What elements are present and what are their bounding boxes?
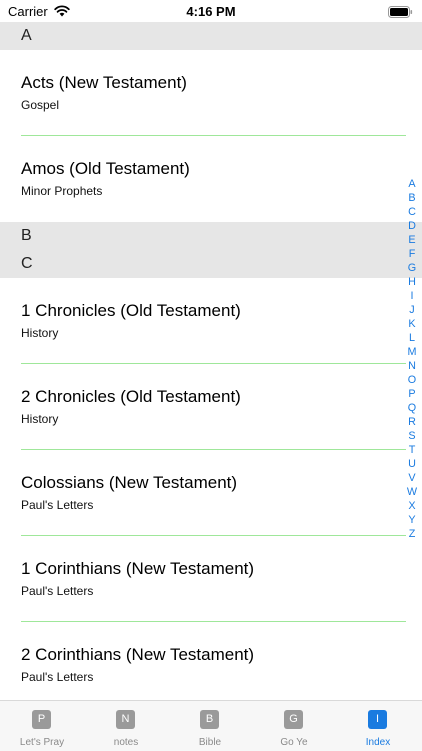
index-letter-k[interactable]: K [408,317,415,331]
index-letter-h[interactable]: H [408,275,416,289]
tab-lets-pray[interactable]: P Let's Pray [0,701,84,751]
index-letter-w[interactable]: W [407,485,417,499]
book-title: Acts (New Testament) [21,73,187,92]
section-header-label: C [21,255,33,272]
index-letter-r[interactable]: R [408,415,416,429]
index-letter-g[interactable]: G [408,261,416,275]
tab-index[interactable]: I Index [336,701,420,751]
book-title: Amos (Old Testament) [21,159,190,178]
section-header-a: A [0,22,422,50]
book-title: 2 Corinthians (New Testament) [21,645,255,664]
status-bar: Carrier 4:16 PM [0,0,422,22]
tab-bible[interactable]: B Bible [168,701,252,751]
tab-label: notes [113,737,139,748]
status-time: 4:16 PM [186,4,236,19]
index-letter-l[interactable]: L [409,331,415,345]
book-title: 1 Corinthians (New Testament) [21,559,255,578]
pray-icon: P [32,710,51,729]
section-header-b: B [0,222,422,250]
index-letter-a[interactable]: A [408,177,415,191]
tab-notes[interactable]: N notes [84,701,168,751]
book-category: Paul's Letters [21,584,94,598]
list-item[interactable]: 1 Chronicles (Old Testament) History [0,278,422,364]
list-item[interactable]: 1 Corinthians (New Testament) Paul's Let… [0,536,422,622]
book-index-list[interactable]: A Acts (New Testament) Gospel Amos (Old … [0,22,422,700]
index-letter-m[interactable]: M [408,345,417,359]
index-letter-n[interactable]: N [408,359,416,373]
index-letter-q[interactable]: Q [408,401,416,415]
index-letter-x[interactable]: X [408,499,415,513]
list-item[interactable]: Amos (Old Testament) Minor Prophets [0,136,422,222]
section-header-c: C [0,250,422,278]
book-category: Paul's Letters [21,498,94,512]
tab-label: Index [365,737,391,748]
battery-icon [388,5,413,23]
index-letter-t[interactable]: T [409,443,416,457]
index-letter-y[interactable]: Y [408,513,415,527]
index-letter-b[interactable]: B [408,191,415,205]
book-category: History [21,412,59,426]
go-ye-icon: G [284,710,303,729]
book-category: Gospel [21,98,60,112]
book-title: 1 Chronicles (Old Testament) [21,301,241,320]
index-letter-v[interactable]: V [408,471,415,485]
list-item[interactable]: 2 Chronicles (Old Testament) History [0,364,422,450]
tab-go-ye[interactable]: G Go Ye [252,701,336,751]
index-letter-s[interactable]: S [408,429,415,443]
index-letter-i[interactable]: I [411,289,414,303]
index-letter-f[interactable]: F [409,247,416,261]
list-item[interactable]: 2 Corinthians (New Testament) Paul's Let… [0,622,422,700]
tab-bar: P Let's Pray N notes B Bible G Go Ye I I… [0,700,422,751]
tab-label: Bible [198,737,222,748]
book-category: Paul's Letters [21,670,94,684]
index-letter-u[interactable]: U [408,457,416,471]
section-header-label: B [21,227,32,244]
index-letter-e[interactable]: E [408,233,415,247]
index-letter-z[interactable]: Z [409,527,416,541]
list-item[interactable]: Acts (New Testament) Gospel [0,50,422,136]
book-title: 2 Chronicles (Old Testament) [21,387,241,406]
notes-icon: N [116,710,135,729]
index-letter-p[interactable]: P [408,387,415,401]
section-index-strip[interactable]: ABCDEFGHIJKLMNOPQRSTUVWXYZ [406,177,418,541]
list-item[interactable]: Colossians (New Testament) Paul's Letter… [0,450,422,536]
index-letter-o[interactable]: O [408,373,416,387]
index-letter-c[interactable]: C [408,205,416,219]
book-category: History [21,326,59,340]
bible-icon: B [200,710,219,729]
tab-label: Let's Pray [19,737,65,748]
tab-label: Go Ye [280,737,308,748]
index-letter-d[interactable]: D [408,219,416,233]
section-header-label: A [21,27,32,44]
book-title: Colossians (New Testament) [21,473,238,492]
index-letter-j[interactable]: J [409,303,414,317]
index-icon: I [368,710,387,729]
book-category: Minor Prophets [21,184,103,198]
